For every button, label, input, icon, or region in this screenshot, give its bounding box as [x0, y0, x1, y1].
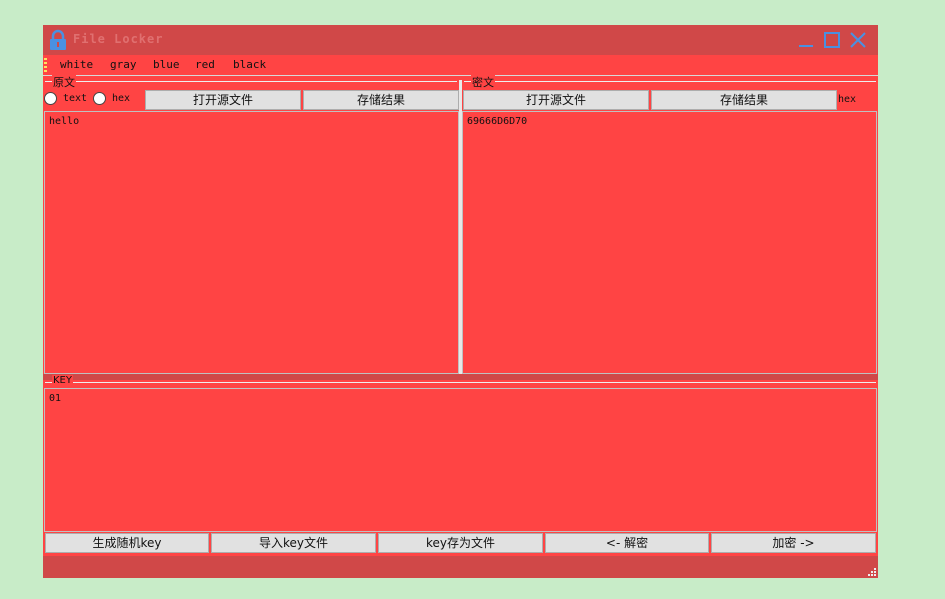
key-group-border: [45, 382, 876, 383]
maximize-icon[interactable]: [822, 30, 842, 50]
menu-separator: [43, 75, 878, 76]
radio-text[interactable]: [44, 92, 57, 105]
source-save-button[interactable]: 存储结果: [303, 90, 459, 110]
status-bar: [43, 556, 878, 578]
menu-item-black[interactable]: black: [233, 58, 266, 71]
key-group-label: KEY: [52, 375, 73, 386]
save-key-button[interactable]: key存为文件: [378, 533, 543, 553]
menu-item-blue[interactable]: blue: [153, 58, 180, 71]
toolbar-grip[interactable]: [44, 58, 47, 72]
radio-text-label: text: [63, 93, 88, 104]
menu-item-red[interactable]: red: [195, 58, 215, 71]
cipher-text-area[interactable]: 69666D6D70: [462, 111, 877, 374]
window-title: File Locker: [73, 32, 164, 46]
menu-item-gray[interactable]: gray: [110, 58, 137, 71]
title-bar[interactable]: File Locker: [43, 25, 878, 55]
generate-key-button[interactable]: 生成随机key: [45, 533, 209, 553]
radio-hex[interactable]: [93, 92, 106, 105]
encrypt-button[interactable]: 加密 ->: [711, 533, 876, 553]
minimize-icon[interactable]: [796, 30, 816, 50]
cipher-save-button[interactable]: 存储结果: [651, 90, 837, 110]
radio-hex-label: hex: [112, 93, 131, 104]
source-group-label: 原文: [52, 74, 76, 90]
import-key-button[interactable]: 导入key文件: [211, 533, 376, 553]
cipher-group-border: [464, 81, 876, 82]
source-open-button[interactable]: 打开源文件: [145, 90, 301, 110]
cipher-open-button[interactable]: 打开源文件: [463, 90, 649, 110]
menu-item-white[interactable]: white: [60, 58, 93, 71]
source-text-area[interactable]: hello: [44, 111, 459, 374]
horizontal-splitter[interactable]: [43, 374, 878, 380]
decrypt-button[interactable]: <- 解密: [545, 533, 709, 553]
cipher-group-label: 密文: [471, 74, 495, 90]
key-text-area[interactable]: 01: [44, 388, 877, 532]
app-window: File Locker white gray blue red black 原文…: [43, 25, 878, 578]
close-icon[interactable]: [848, 30, 868, 50]
resize-grip-icon[interactable]: [866, 566, 876, 576]
cipher-mode-label: hex: [838, 94, 857, 105]
lock-icon: [50, 29, 66, 50]
menu-bar: white gray blue red black: [43, 55, 878, 75]
source-group-border: [45, 81, 457, 82]
